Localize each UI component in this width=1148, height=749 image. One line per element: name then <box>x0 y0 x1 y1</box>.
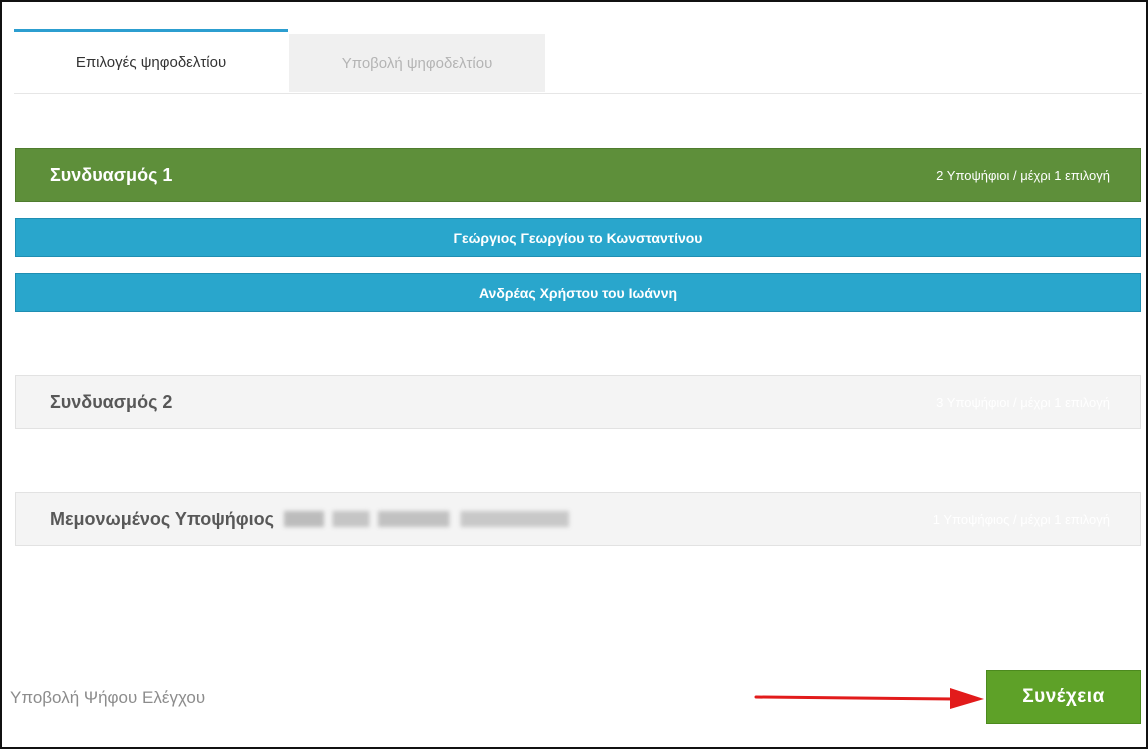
candidate-1-button[interactable]: Γεώργιος Γεωργίου το Κωνσταντίνου <box>15 218 1141 257</box>
ballot-tabs: Επιλογές ψηφοδελτίου Υποβολή ψηφοδελτίου <box>14 29 1142 94</box>
independent-candidate-header[interactable]: Μεμονωμένος Υποψήφιος 1 Υποψήφιος / μέχρ… <box>15 492 1141 546</box>
coalition-1-header[interactable]: Συνδυασμός 1 2 Υποψήφιοι / μέχρι 1 επιλο… <box>15 148 1141 202</box>
continue-button-label: Συνέχεια <box>1022 686 1105 707</box>
tab-ballot-options[interactable]: Επιλογές ψηφοδελτίου <box>14 29 288 92</box>
independent-candidate-title: Μεμονωμένος Υποψήφιος <box>50 508 275 529</box>
continue-button[interactable]: Συνέχεια <box>986 670 1141 724</box>
coalition-1-title: Συνδυασμός 1 <box>50 164 173 185</box>
redacted-candidate-name <box>284 510 570 527</box>
red-arrow-icon <box>754 688 984 709</box>
coalition-2-header[interactable]: Συνδυασμός 2 3 Υποψήφιοι / μέχρι 1 επιλο… <box>15 375 1141 429</box>
coalition-2-meta: 3 Υποψήφιοι / μέχρι 1 επιλογή <box>936 394 1110 410</box>
independent-candidate-title-wrap: Μεμονωμένος Υποψήφιος <box>50 508 570 530</box>
candidate-2-name: Ανδρέας Χρήστου του Ιωάννη <box>478 284 678 301</box>
coalition-2-title: Συνδυασμός 2 <box>50 391 173 412</box>
test-vote-link[interactable]: Υποβολή Ψήφου Ελέγχου <box>10 688 205 708</box>
tab-ballot-submission-label: Υποβολή ψηφοδελτίου <box>341 54 493 72</box>
tab-ballot-options-label: Επιλογές ψηφοδελτίου <box>75 53 227 71</box>
tab-ballot-submission[interactable]: Υποβολή ψηφοδελτίου <box>289 34 545 92</box>
ballot-frame: Επιλογές ψηφοδελτίου Υποβολή ψηφοδελτίου… <box>0 0 1148 749</box>
candidate-2-button[interactable]: Ανδρέας Χρήστου του Ιωάννη <box>15 273 1141 312</box>
candidate-1-name: Γεώργιος Γεωργίου το Κωνσταντίνου <box>453 229 703 246</box>
coalition-1-meta: 2 Υποψήφιοι / μέχρι 1 επιλογή <box>936 167 1110 183</box>
independent-candidate-meta: 1 Υποψήφιος / μέχρι 1 επιλογή <box>932 511 1110 527</box>
